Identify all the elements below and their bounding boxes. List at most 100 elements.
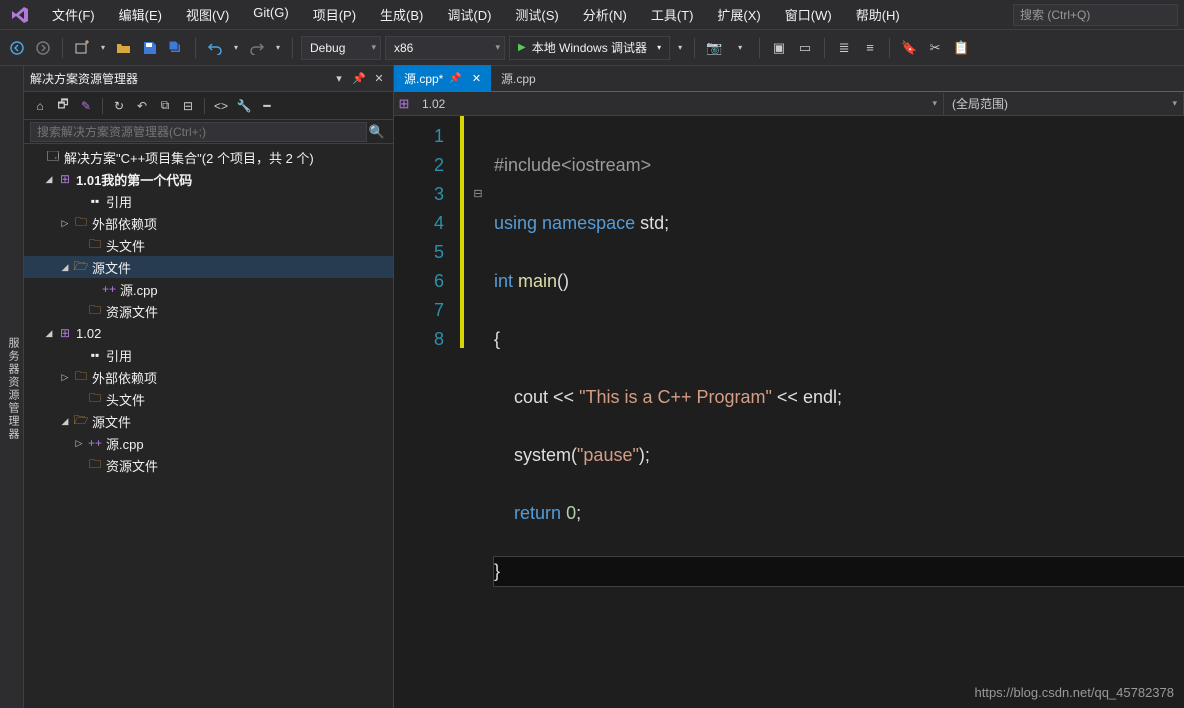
tab-bar: 源.cpp*📌✕ 源.cpp (394, 66, 1184, 92)
tree-project-2[interactable]: ◢⊞1.02 (24, 322, 393, 344)
back-icon[interactable]: ↶ (132, 96, 152, 116)
menu-tools[interactable]: 工具(T) (641, 1, 704, 28)
config-dropdown[interactable]: Debug (301, 36, 381, 60)
new-project-button[interactable] (71, 37, 93, 59)
line-gutter: 12345678 (394, 116, 456, 708)
tree-refs[interactable]: ▪▪引用 (24, 190, 393, 212)
menu-file[interactable]: 文件(F) (42, 1, 105, 28)
toolbar-icon[interactable]: ▭ (794, 37, 816, 59)
tab-active[interactable]: 源.cpp*📌✕ (394, 65, 491, 91)
menu-window[interactable]: 窗口(W) (775, 1, 842, 28)
tab-inactive[interactable]: 源.cpp (491, 65, 546, 91)
tree-refs[interactable]: ▪▪引用 (24, 344, 393, 366)
tree-source-file[interactable]: ▷++源.cpp (24, 432, 393, 454)
cpp-icon: ++ (86, 436, 104, 450)
tree-ext-deps[interactable]: ▷🗀外部依赖项 (24, 366, 393, 388)
watermark: https://blog.csdn.net/qq_45782378 (975, 685, 1175, 700)
menu-edit[interactable]: 编辑(E) (109, 1, 172, 28)
toolbar-icon[interactable]: ▣ (768, 37, 790, 59)
menu-test[interactable]: 测试(S) (505, 1, 568, 28)
menu-analyze[interactable]: 分析(N) (573, 1, 637, 28)
start-debug-button[interactable]: ▶本地 Windows 调试器▾ (509, 36, 670, 60)
undo-button[interactable] (204, 37, 226, 59)
dropdown-icon[interactable]: ▾ (331, 71, 347, 87)
filter-icon[interactable]: ━ (257, 96, 277, 116)
platform-dropdown[interactable]: x86 (385, 36, 505, 60)
pin-icon[interactable]: 📌 (449, 73, 461, 84)
close-icon[interactable]: ✕ (472, 72, 481, 85)
nav-fwd-button[interactable] (32, 37, 54, 59)
toolbar-icon[interactable]: ≡ (859, 37, 881, 59)
menu-view[interactable]: 视图(V) (176, 1, 239, 28)
global-search-input[interactable]: 搜索 (Ctrl+Q) (1013, 4, 1178, 26)
folder-icon: 🗀 (72, 367, 90, 388)
nav-back-button[interactable] (6, 37, 28, 59)
open-button[interactable] (113, 37, 135, 59)
folder-open-icon: 🗁 (72, 257, 90, 278)
title-bar: 文件(F) 编辑(E) 视图(V) Git(G) 项目(P) 生成(B) 调试(… (0, 0, 1184, 30)
chevron-down-icon[interactable]: ▾ (97, 37, 109, 59)
toolbar-icon[interactable]: ▾ (729, 37, 751, 59)
copy-icon[interactable]: ⧉ (155, 96, 175, 116)
wrench-icon[interactable]: 🔧 (234, 96, 254, 116)
tree-source-file[interactable]: ++源.cpp (24, 278, 393, 300)
fold-margin[interactable]: ⊟ (470, 116, 486, 708)
vs-logo-icon (6, 5, 34, 25)
menu-extensions[interactable]: 扩展(X) (707, 1, 770, 28)
pen-icon[interactable]: ✎ (76, 96, 96, 116)
pin-icon[interactable]: 📌 (351, 71, 367, 87)
chevron-down-icon[interactable]: ▾ (272, 37, 284, 59)
chevron-down-icon[interactable]: ▾ (674, 37, 686, 59)
close-icon[interactable]: ✕ (371, 71, 387, 87)
tree-sources[interactable]: ◢🗁源文件 (24, 256, 393, 278)
menu-project[interactable]: 项目(P) (303, 1, 366, 28)
rail-server-explorer[interactable]: 服务器资源管理器 (3, 70, 23, 708)
search-icon[interactable]: 🔍 (367, 124, 387, 140)
solution-tree: 🗔解决方案"C++项目集合"(2 个项目，共 2 个) ◢⊞1.01我的第一个代… (24, 144, 393, 708)
save-button[interactable] (139, 37, 161, 59)
folder-icon: 🗀 (72, 213, 90, 234)
refs-icon: ▪▪ (86, 194, 104, 208)
folder-icon: 🗀 (86, 235, 104, 256)
rail-toolbox[interactable]: 工具箱 (0, 70, 3, 708)
refs-icon: ▪▪ (86, 348, 104, 362)
menu-build[interactable]: 生成(B) (370, 1, 433, 28)
toolbar-icon[interactable]: ✂ (924, 37, 946, 59)
menu-debug[interactable]: 调试(D) (437, 1, 501, 28)
folder-open-icon: 🗁 (72, 411, 90, 432)
nav-scope-dropdown[interactable]: 1.02 (414, 93, 944, 115)
tree-headers[interactable]: 🗀头文件 (24, 234, 393, 256)
toolbar-icon[interactable]: 📷 (703, 37, 725, 59)
folder-icon: 🗀 (86, 455, 104, 476)
chevron-down-icon[interactable]: ▾ (230, 37, 242, 59)
toolbar-icon[interactable]: ≣ (833, 37, 855, 59)
redo-button[interactable] (246, 37, 268, 59)
refresh-icon[interactable]: ↻ (109, 96, 129, 116)
tree-headers[interactable]: 🗀头文件 (24, 388, 393, 410)
home-icon[interactable]: ⌂ (30, 96, 50, 116)
collapse-icon[interactable]: ⊟ (178, 96, 198, 116)
nav-member-dropdown[interactable]: (全局范围) (944, 93, 1184, 115)
bookmark-icon[interactable]: 🔖 (898, 37, 920, 59)
tree-solution[interactable]: 🗔解决方案"C++项目集合"(2 个项目，共 2 个) (24, 146, 393, 168)
tree-resources[interactable]: 🗀资源文件 (24, 454, 393, 476)
save-all-button[interactable] (165, 37, 187, 59)
standard-toolbar: ▾ ▾ ▾ Debug x86 ▶本地 Windows 调试器▾ ▾ 📷 ▾ ▣… (0, 30, 1184, 66)
folder-icon: 🗀 (86, 301, 104, 322)
project-icon: ⊞ (56, 326, 74, 340)
menu-git[interactable]: Git(G) (243, 1, 298, 28)
explorer-search-input[interactable] (30, 122, 367, 142)
menu-help[interactable]: 帮助(H) (846, 1, 910, 28)
explorer-search: 🔍 (24, 120, 393, 144)
code-content[interactable]: #include<iostream> using namespace std; … (486, 116, 1184, 708)
panel-header: 解决方案资源管理器 ▾ 📌 ✕ (24, 66, 393, 92)
code-icon[interactable]: <> (211, 96, 231, 116)
tree-resources[interactable]: 🗀资源文件 (24, 300, 393, 322)
tree-project-1[interactable]: ◢⊞1.01我的第一个代码 (24, 168, 393, 190)
code-editor[interactable]: 12345678 ⊟ #include<iostream> using name… (394, 116, 1184, 708)
project-icon: ⊞ (56, 172, 74, 186)
toolbar-icon[interactable]: 📋 (950, 37, 972, 59)
sync-icon[interactable]: 🗗 (53, 96, 73, 116)
tree-ext-deps[interactable]: ▷🗀外部依赖项 (24, 212, 393, 234)
tree-sources[interactable]: ◢🗁源文件 (24, 410, 393, 432)
